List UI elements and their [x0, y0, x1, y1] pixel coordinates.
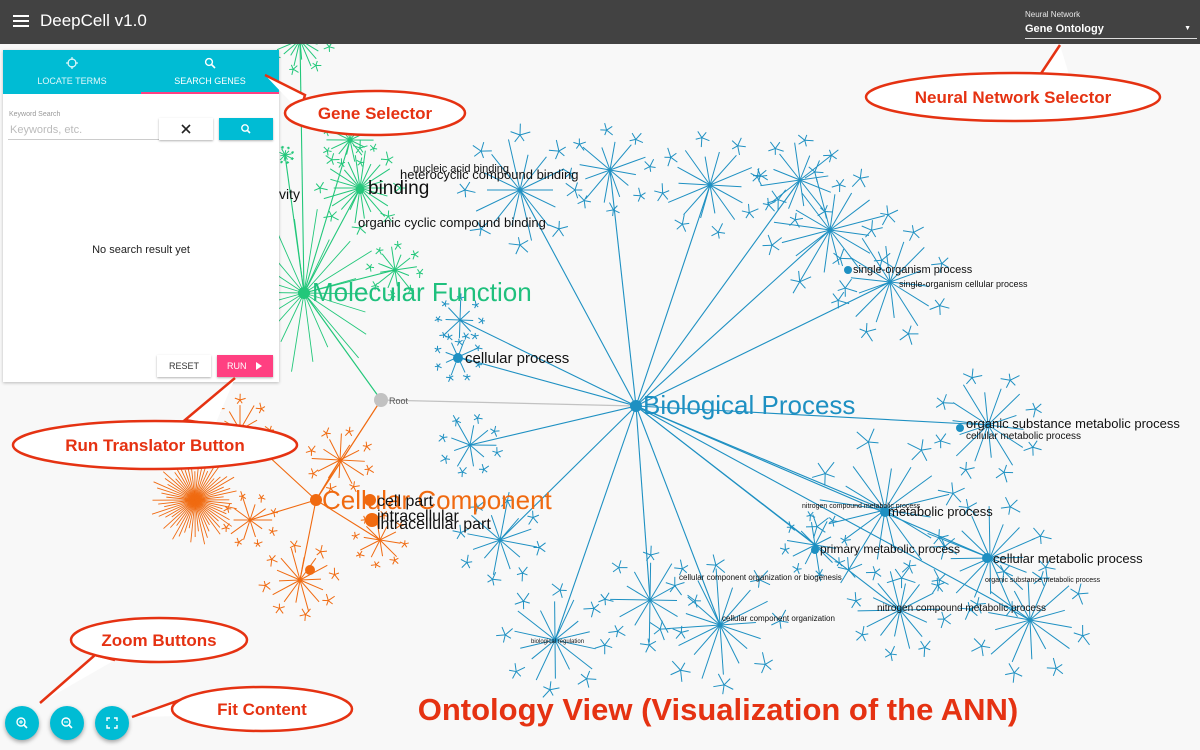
node-molecular-function[interactable]	[298, 287, 310, 299]
node-biological-process[interactable]	[630, 400, 642, 412]
label-single-organism-process[interactable]: single-organism process	[853, 264, 973, 276]
graph-node[interactable]	[844, 266, 852, 274]
zoom-in-button[interactable]	[5, 706, 39, 740]
search-button[interactable]	[219, 118, 273, 140]
label-cellular-metabolic-process[interactable]: cellular metabolic process	[993, 551, 1143, 566]
label-osmp-overlap: cellular metabolic process	[966, 431, 1081, 442]
graph-node[interactable]	[982, 553, 992, 563]
label-organic-substance-metabolic-process[interactable]: organic substance metabolic process	[966, 416, 1180, 431]
close-icon	[181, 124, 191, 134]
label-cc-organization-biogenesis[interactable]: cellular component organization or bioge…	[679, 573, 842, 582]
caret-down-icon: ▼	[1184, 25, 1191, 32]
label-nucleic-acid-binding[interactable]: nucleic acid binding	[413, 163, 509, 175]
clear-button[interactable]	[159, 118, 213, 140]
label-nitrogen-compound-metabolic-process[interactable]: nitrogen compound metabolic process	[877, 603, 1046, 614]
neural-network-label: Neural Network	[1025, 10, 1081, 19]
zoom-in-icon	[16, 717, 28, 729]
run-label: RUN	[227, 361, 247, 371]
label-single-organism-cellular-process[interactable]: single-organism cellular process	[899, 279, 1028, 289]
tab-search-label: SEARCH GENES	[174, 76, 246, 86]
active-tab-indicator	[141, 92, 279, 94]
label-cc-organization[interactable]: cellular component organization	[722, 614, 835, 623]
fit-screen-icon	[106, 717, 118, 729]
label-cmp-overlap: organic substance metabolic process	[985, 577, 1101, 584]
root-label: Root	[389, 396, 409, 406]
label-biological-process[interactable]: Biological Process	[643, 390, 855, 420]
graph-node[interactable]	[811, 546, 819, 554]
neural-network-value: Gene Ontology	[1025, 23, 1104, 35]
graph-node[interactable]	[956, 424, 964, 432]
label-molecular-function[interactable]: Molecular Function	[312, 277, 532, 307]
zoom-out-button[interactable]	[50, 706, 84, 740]
tab-locate-terms[interactable]: LOCATE TERMS	[3, 50, 141, 94]
label-biological-regulation[interactable]: biological regulation	[531, 639, 584, 645]
node-cellular-process[interactable]	[453, 353, 463, 363]
search-panel: LOCATE TERMS SEARCH GENES Keyword Search…	[3, 50, 279, 382]
zoom-out-icon	[61, 717, 73, 729]
node-root[interactable]	[374, 393, 388, 407]
tab-search-genes[interactable]: SEARCH GENES	[141, 50, 279, 94]
label-intracellular-part[interactable]: intracellular part	[377, 516, 491, 533]
crosshair-icon	[66, 57, 78, 69]
panel-tabs: LOCATE TERMS SEARCH GENES	[3, 50, 279, 94]
no-result-message: No search result yet	[92, 244, 190, 256]
menu-icon[interactable]	[13, 12, 29, 32]
node-cellular-component[interactable]	[310, 494, 322, 506]
keyword-search-input[interactable]	[8, 121, 160, 140]
label-metabolic-overlap: nitrogen compound metabolic process	[802, 503, 921, 510]
graph-node[interactable]	[305, 565, 315, 575]
node-binding[interactable]	[356, 186, 364, 194]
keyword-search-label: Keyword Search	[9, 111, 61, 118]
reset-button[interactable]: RESET	[157, 355, 211, 377]
tab-locate-label: LOCATE TERMS	[37, 76, 107, 86]
fit-content-button[interactable]	[95, 706, 129, 740]
app-title: DeepCell v1.0	[40, 11, 147, 30]
neural-network-selector[interactable]: Neural Network Gene Ontology ▼	[1025, 10, 1197, 39]
label-organic-cyclic-compound-binding[interactable]: organic cyclic compound binding	[358, 215, 546, 230]
run-button[interactable]: RUN	[217, 355, 273, 377]
label-primary-metabolic-process[interactable]: primary metabolic process	[820, 542, 960, 556]
search-icon	[241, 124, 251, 134]
play-icon	[256, 362, 262, 370]
search-icon	[204, 57, 216, 69]
label-activity-fragment[interactable]: vity	[279, 186, 300, 202]
app-bar: DeepCell v1.0 Neural Network Gene Ontolo…	[0, 0, 1200, 44]
label-cellular-process[interactable]: cellular process	[465, 350, 569, 367]
